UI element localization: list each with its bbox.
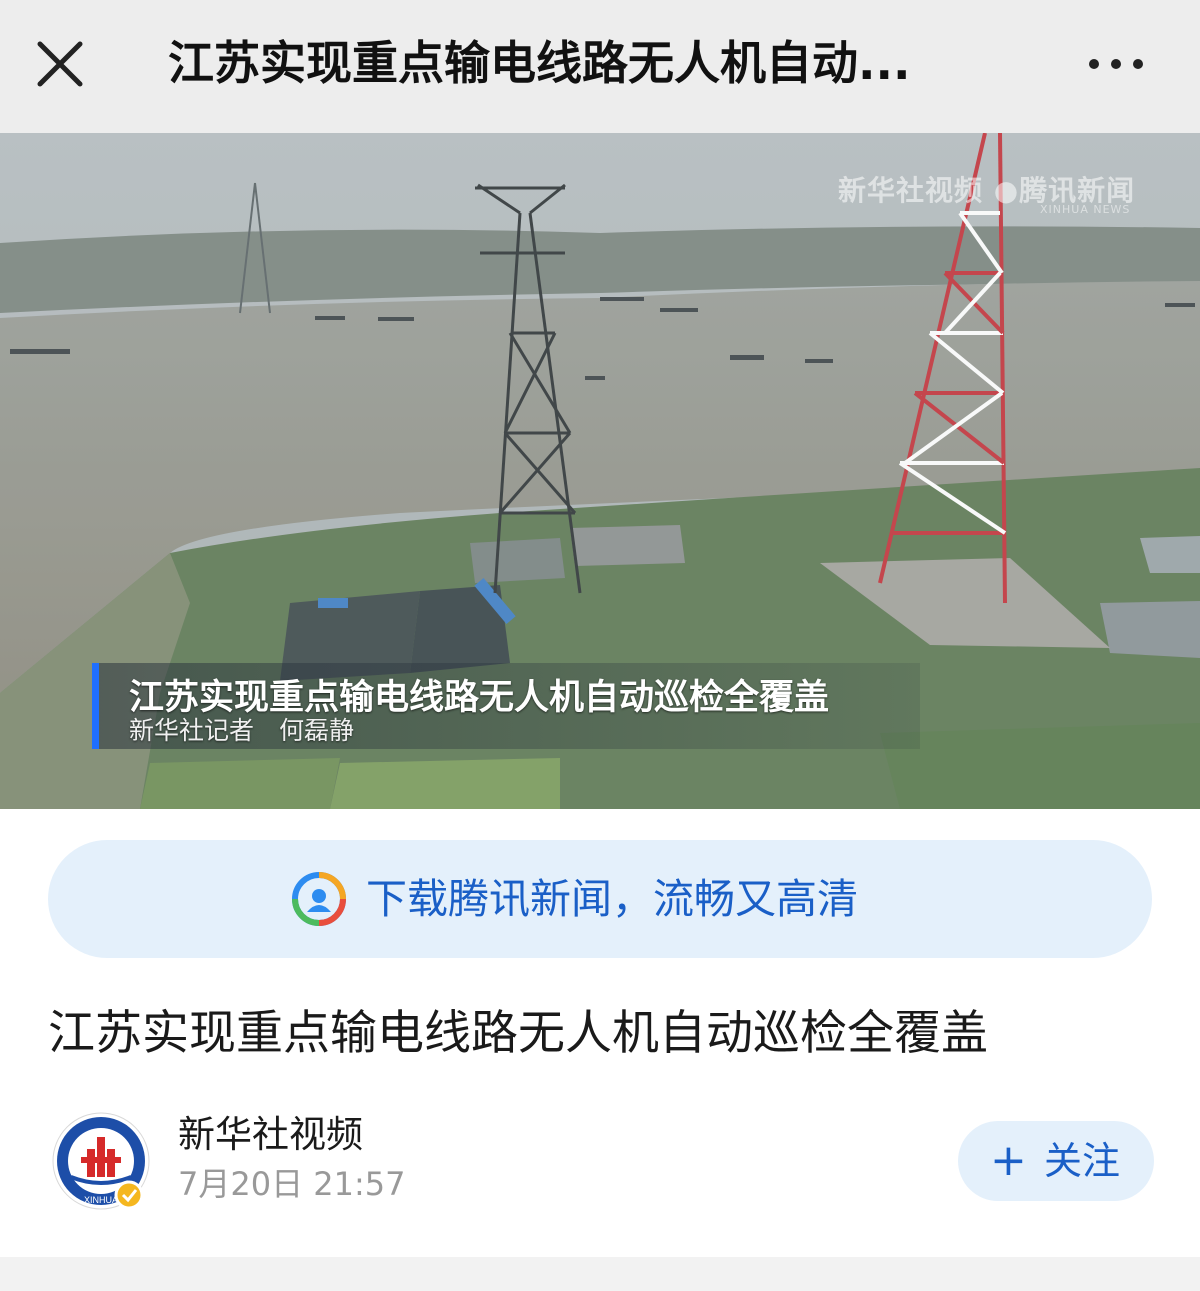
video-watermark-sub: XINHUA NEWS xyxy=(1040,203,1131,216)
avatar-text: XINHUA xyxy=(84,1195,118,1205)
video-player[interactable]: 新华社视频 ●腾讯新闻 XINHUA NEWS 江苏实现重点输电线路无人机自动巡… xyxy=(0,133,1200,809)
page-title: 江苏实现重点输电线路无人机自动... xyxy=(168,36,911,90)
more-horizontal-icon xyxy=(1089,59,1143,69)
section-divider xyxy=(0,1257,1200,1291)
video-caption-reporter: 新华社记者 何磊静 xyxy=(129,716,355,745)
close-icon xyxy=(37,41,83,87)
tencent-news-logo-icon xyxy=(292,872,346,926)
close-button[interactable] xyxy=(28,32,92,96)
avatar[interactable]: XINHUA xyxy=(51,1111,151,1211)
verified-badge-icon xyxy=(114,1180,144,1210)
publish-time: 7月20日 21:57 xyxy=(178,1165,406,1203)
more-button[interactable] xyxy=(1080,36,1152,92)
top-bar: 江苏实现重点输电线路无人机自动... xyxy=(0,0,1200,133)
author-name[interactable]: 新华社视频 xyxy=(178,1110,363,1160)
follow-button[interactable]: + 关注 xyxy=(958,1121,1154,1201)
article-title: 江苏实现重点输电线路无人机自动巡检全覆盖 xyxy=(48,1006,988,1061)
download-app-banner[interactable]: 下载腾讯新闻，流畅又高清 xyxy=(48,840,1152,958)
plus-icon: + xyxy=(990,1135,1027,1186)
follow-button-label: 关注 xyxy=(1044,1139,1121,1183)
download-banner-text: 下载腾讯新闻，流畅又高清 xyxy=(366,875,858,923)
video-caption: 江苏实现重点输电线路无人机自动巡检全覆盖 新华社记者 何磊静 xyxy=(92,663,920,749)
